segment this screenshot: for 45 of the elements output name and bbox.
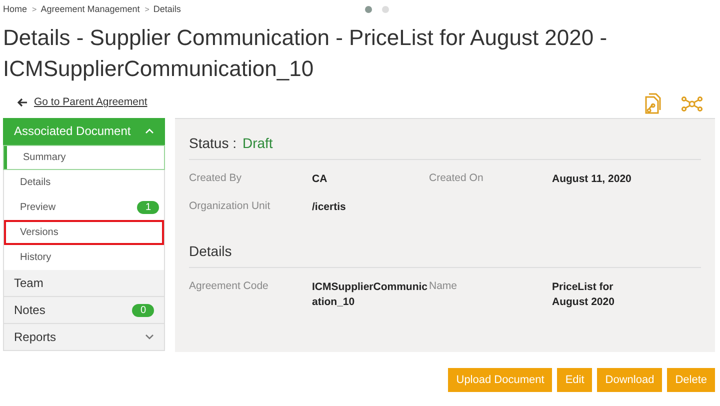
section-label: Team bbox=[14, 276, 44, 290]
section-label: Associated Document bbox=[14, 124, 131, 138]
section-label: Notes bbox=[14, 303, 46, 317]
field-label: Agreement Code bbox=[189, 280, 270, 294]
item-label: Preview bbox=[20, 202, 56, 213]
status-label: Status : bbox=[189, 135, 236, 151]
sidebar-item[interactable]: History bbox=[3, 245, 165, 270]
field-value: August 11, 2020 bbox=[552, 172, 632, 187]
section-title: Details bbox=[189, 243, 232, 259]
status-value: Draft bbox=[242, 135, 273, 151]
page-title: Details - Supplier Communication - PriceList for August 2020 - ICMSupplierCommunication_10 bbox=[3, 24, 608, 83]
section-label: Reports bbox=[14, 330, 56, 344]
item-label: Versions bbox=[20, 227, 58, 238]
network-icon[interactable] bbox=[681, 96, 703, 112]
breadcrumb-link[interactable]: Home bbox=[3, 4, 28, 14]
sidebar-item[interactable]: Preview 1 bbox=[3, 195, 165, 220]
sidebar-section[interactable]: Notes 0 bbox=[3, 297, 165, 324]
arrow-left-icon bbox=[17, 98, 28, 106]
breadcrumb-separator: > bbox=[144, 4, 150, 14]
field-label: Created By bbox=[189, 172, 243, 186]
back-link[interactable]: Go to Parent Agreement bbox=[3, 90, 165, 114]
field-value: /icertis bbox=[312, 200, 347, 215]
breadcrumb-link[interactable]: Details bbox=[153, 4, 181, 14]
sidebar-item[interactable]: Details bbox=[3, 170, 165, 195]
pager-dot[interactable] bbox=[365, 6, 372, 13]
item-label: Details bbox=[20, 177, 51, 188]
sidebar-section[interactable]: Team bbox=[3, 270, 165, 297]
field-label: Name bbox=[429, 280, 458, 294]
chevron-down-icon bbox=[145, 334, 154, 340]
item-label: History bbox=[20, 252, 52, 263]
sidebar-item[interactable]: Versions bbox=[3, 220, 165, 245]
pager-dot[interactable] bbox=[382, 6, 389, 13]
field-value: CA bbox=[312, 172, 328, 187]
field-label: Organization Unit bbox=[189, 200, 272, 214]
breadcrumb-separator: > bbox=[32, 4, 37, 14]
field-value: ICMSupplierCommunication_10 bbox=[312, 280, 429, 310]
chevron-up-icon bbox=[145, 128, 154, 134]
sidebar-item[interactable]: Summary bbox=[3, 145, 165, 170]
count-badge: 1 bbox=[137, 201, 159, 214]
count-badge: 0 bbox=[132, 304, 154, 316]
field-label: Created On bbox=[429, 172, 484, 186]
item-label: Summary bbox=[23, 152, 66, 163]
field-value: PriceList for August 2020 bbox=[552, 280, 616, 310]
sidebar-section[interactable]: Reports bbox=[3, 324, 165, 351]
breadcrumb-link[interactable]: Agreement Management bbox=[40, 4, 140, 14]
